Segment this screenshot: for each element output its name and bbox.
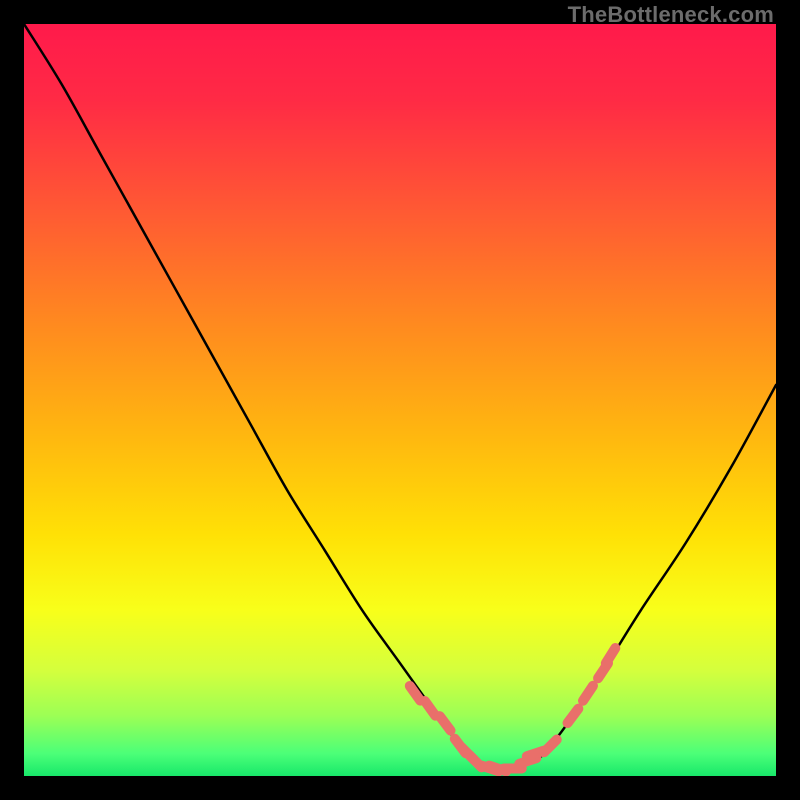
bottleneck-chart — [24, 24, 776, 776]
